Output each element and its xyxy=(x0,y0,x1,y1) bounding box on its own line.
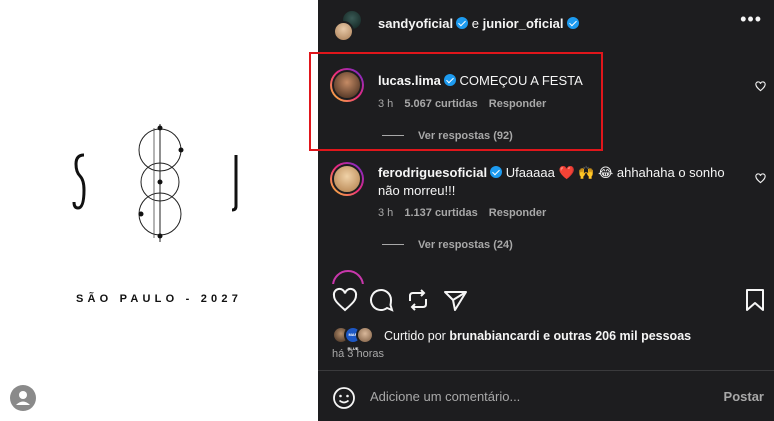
event-city-text: SÃO PAULO - 2027 xyxy=(75,293,243,305)
view-replies-button[interactable]: Ver respostas (24) xyxy=(382,239,513,251)
reply-button[interactable]: Responder xyxy=(489,207,546,219)
divider-line xyxy=(382,135,404,136)
view-replies-button[interactable]: Ver respostas (92) xyxy=(382,130,513,142)
emoji-picker-icon[interactable] xyxy=(332,386,356,410)
comment-body: lucas.lima COMEÇOU A FESTA xyxy=(378,72,748,90)
verified-badge-icon xyxy=(566,17,579,29)
repost-icon[interactable] xyxy=(403,285,433,315)
comment-meta: 3 h 5.067 curtidas Responder xyxy=(378,98,554,110)
divider xyxy=(318,370,774,371)
author-connector: e xyxy=(471,16,479,31)
comment-username[interactable]: ferodriguesoficial xyxy=(378,165,487,180)
liked-by-others-link[interactable]: e outras 206 mil pessoas xyxy=(543,329,691,343)
comment-input[interactable] xyxy=(370,389,700,404)
comment-body: ferodriguesoficial Ufaaaaa ❤️ 🙌 😂 ahhaha… xyxy=(378,164,748,200)
comment-bubble-icon[interactable] xyxy=(366,285,396,315)
liked-by-text: Curtido por brunabiancardi e outras 206 … xyxy=(384,329,692,343)
bookmark-icon[interactable] xyxy=(740,285,770,315)
post-authors: sandyoficial e junior_oficial xyxy=(378,16,579,31)
verified-badge-icon xyxy=(456,17,469,29)
author-link-junior-oficial[interactable]: junior_oficial xyxy=(483,16,564,31)
post-media[interactable]: SÃO PAULO - 2027 xyxy=(0,0,318,421)
avatar xyxy=(332,270,364,284)
verified-badge-icon xyxy=(443,74,456,86)
user-profile-icon[interactable] xyxy=(10,385,36,411)
comment-likes[interactable]: 1.137 curtidas xyxy=(404,207,477,219)
comments-panel: sandyoficial e junior_oficial ••• lucas.… xyxy=(318,0,774,421)
collab-avatars[interactable] xyxy=(331,8,365,42)
comment-time: 3 h xyxy=(378,98,394,110)
like-comment-heart-icon[interactable] xyxy=(755,173,766,184)
post-actions xyxy=(318,285,774,315)
avatar xyxy=(356,326,374,344)
post-timestamp[interactable]: há 3 horas xyxy=(332,348,384,360)
comment-likes[interactable]: 5.067 curtidas xyxy=(404,98,477,110)
comment-text: COMEÇOU A FESTA xyxy=(459,73,583,88)
reply-button[interactable]: Responder xyxy=(489,98,546,110)
post-comment-button[interactable]: Postar xyxy=(724,389,764,404)
avatar[interactable] xyxy=(330,68,364,102)
comment-username[interactable]: lucas.lima xyxy=(378,73,441,88)
verified-badge-icon xyxy=(490,166,503,178)
like-comment-heart-icon[interactable] xyxy=(755,81,766,92)
author-link-sandyoficial[interactable]: sandyoficial xyxy=(378,16,453,31)
post-header: sandyoficial e junior_oficial ••• xyxy=(318,0,774,48)
liked-by-user-link[interactable]: brunabiancardi xyxy=(449,329,539,343)
comment-time: 3 h xyxy=(378,207,394,219)
avatar[interactable] xyxy=(330,162,364,196)
sj-logo xyxy=(72,124,238,242)
share-send-icon[interactable] xyxy=(440,285,470,315)
comment-meta: 3 h 1.137 curtidas Responder xyxy=(378,207,554,219)
more-options-icon[interactable]: ••• xyxy=(740,10,762,28)
liked-by-row: MAR BLUE Curtido por brunabiancardi e ou… xyxy=(332,326,762,351)
avatar xyxy=(333,21,354,42)
like-heart-icon[interactable] xyxy=(330,285,360,315)
divider-line xyxy=(382,244,404,245)
